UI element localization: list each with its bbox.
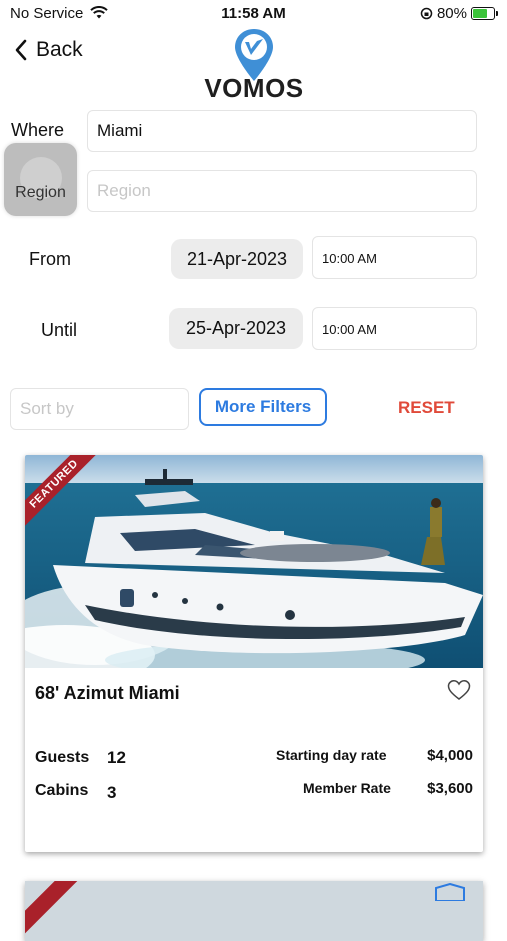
shield-badge-icon — [435, 883, 465, 901]
listing-card[interactable]: FEATURED 68' Azimut Miami Guests 12 Cabi… — [25, 455, 483, 852]
back-label: Back — [36, 38, 83, 61]
chevron-left-icon — [15, 39, 27, 61]
sort-placeholder: Sort by — [20, 399, 74, 418]
cabins-label: Cabins — [35, 782, 89, 799]
sort-by-select[interactable]: Sort by — [10, 388, 189, 430]
until-date-value: 25-Apr-2023 — [185, 318, 287, 338]
until-time-value: 10:00 AM — [322, 322, 377, 337]
battery-icon — [471, 7, 498, 20]
vomos-logo: VOMOS — [200, 27, 308, 103]
from-date-value: 21-Apr-2023 — [186, 248, 288, 269]
where-label: Where — [11, 120, 65, 140]
battery-area: 80% — [420, 5, 498, 22]
from-label: From — [29, 249, 71, 269]
member-rate-value: $3,600 — [427, 780, 473, 797]
listing-title: 68' Azimut Miami — [35, 683, 180, 703]
battery-percent: 80% — [436, 5, 467, 22]
status-bar: No Service 11:58 AM 80% — [0, 0, 507, 28]
from-time-picker[interactable]: 10:00 AM — [312, 236, 477, 279]
where-input[interactable]: Miami — [87, 110, 477, 152]
guests-value: 12 — [107, 748, 126, 767]
cabins-value: 3 — [107, 783, 117, 802]
logo-wordmark: VOMOS — [204, 73, 304, 103]
yacht-photo: FEATURED — [25, 455, 483, 668]
battery-fill — [473, 9, 488, 18]
more-filters-label: More Filters — [214, 397, 312, 416]
reset-button[interactable]: RESET — [398, 398, 455, 418]
day-rate-label: Starting day rate — [276, 747, 387, 763]
more-filters-button[interactable]: More Filters — [199, 388, 327, 426]
featured-ribbon-partial — [25, 881, 95, 941]
region-placeholder: Region — [97, 181, 151, 200]
from-time-value: 10:00 AM — [322, 251, 377, 266]
where-value: Miami — [97, 121, 143, 140]
region-input[interactable]: Region — [87, 170, 477, 212]
region-button[interactable]: Region — [4, 143, 77, 216]
listing-card-next[interactable] — [25, 881, 483, 941]
guests-label: Guests — [35, 749, 90, 766]
member-rate-label: Member Rate — [303, 780, 391, 796]
back-button[interactable]: Back — [14, 38, 83, 62]
yacht-image — [25, 455, 483, 668]
from-date-picker[interactable]: 21-Apr-2023 — [171, 239, 303, 279]
heart-icon[interactable] — [447, 679, 471, 701]
day-rate-value: $4,000 — [427, 747, 473, 764]
orientation-lock-icon — [420, 7, 433, 20]
until-date-picker[interactable]: 25-Apr-2023 — [169, 308, 303, 349]
until-time-picker[interactable]: 10:00 AM — [312, 307, 477, 350]
until-label: Until — [41, 320, 78, 340]
region-button-label: Region — [15, 184, 66, 201]
